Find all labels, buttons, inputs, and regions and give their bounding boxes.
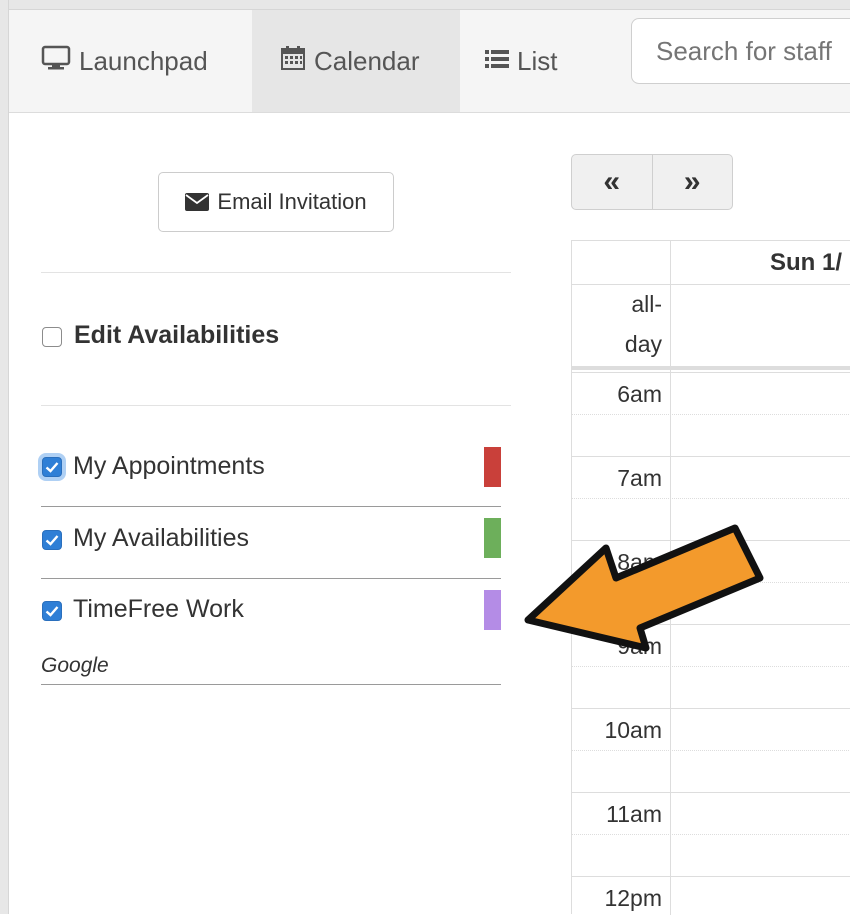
search-input[interactable] <box>631 18 850 84</box>
time-label: 6am <box>617 381 662 407</box>
grid-line <box>572 708 850 709</box>
row-divider <box>41 684 501 685</box>
time-label: 12pm <box>604 885 662 911</box>
time-label: 10am <box>604 717 662 743</box>
my-availabilities-color-swatch <box>484 518 501 558</box>
calendar-nav-buttons: « » <box>571 154 733 210</box>
calendar-icon <box>280 45 306 78</box>
grid-line <box>572 792 850 793</box>
next-button[interactable]: » <box>651 155 733 209</box>
email-invitation-button[interactable]: Email Invitation <box>158 172 394 232</box>
calendar-source-label: Google <box>41 654 109 677</box>
grid-line <box>572 834 850 835</box>
time-label: 11am <box>606 801 662 827</box>
timefree-work-color-swatch <box>484 590 501 630</box>
my-availabilities-checkbox[interactable] <box>42 530 62 550</box>
row-divider <box>41 506 501 507</box>
edit-availabilities-label: Edit Availabilities <box>74 321 280 349</box>
row-divider <box>41 578 501 579</box>
allday-label: all- day <box>624 291 662 357</box>
grid-line <box>572 876 850 877</box>
grid-line <box>572 372 850 373</box>
prev-button[interactable]: « <box>572 155 652 209</box>
day-header[interactable]: Sun 1/ <box>670 241 850 284</box>
window-frame-top <box>0 0 850 10</box>
grid-line <box>572 750 850 751</box>
window-frame-left <box>0 0 9 914</box>
monitor-icon <box>41 45 71 78</box>
list-icon <box>485 46 509 77</box>
checkmark-icon <box>45 535 59 546</box>
pointing-arrow-icon <box>524 524 764 652</box>
time-label: 7am <box>617 465 662 491</box>
my-availabilities-label: My Availabilities <box>73 524 250 552</box>
grid-line <box>572 414 850 415</box>
my-appointments-label: My Appointments <box>73 452 265 480</box>
timefree-work-label: TimeFree Work <box>73 595 244 623</box>
tab-calendar-label: Calendar <box>314 45 420 76</box>
tab-calendar[interactable]: Calendar <box>252 10 460 112</box>
allday-separator <box>572 366 850 370</box>
my-appointments-checkbox[interactable] <box>42 457 62 477</box>
timefree-work-checkbox[interactable] <box>42 601 62 621</box>
tab-launchpad-label: Launchpad <box>79 45 208 76</box>
email-invitation-label: Email Invitation <box>217 189 367 214</box>
tab-list[interactable]: List <box>485 10 605 112</box>
edit-availabilities-checkbox[interactable] <box>42 327 62 347</box>
checkmark-icon <box>45 462 59 473</box>
envelope-icon <box>185 193 210 211</box>
my-appointments-color-swatch <box>484 447 501 487</box>
grid-line <box>572 456 850 457</box>
grid-line <box>572 498 850 499</box>
divider <box>41 405 511 406</box>
tab-list-label: List <box>517 45 558 76</box>
divider <box>41 272 511 273</box>
tab-launchpad[interactable]: Launchpad <box>27 10 257 112</box>
checkmark-icon <box>45 606 59 617</box>
